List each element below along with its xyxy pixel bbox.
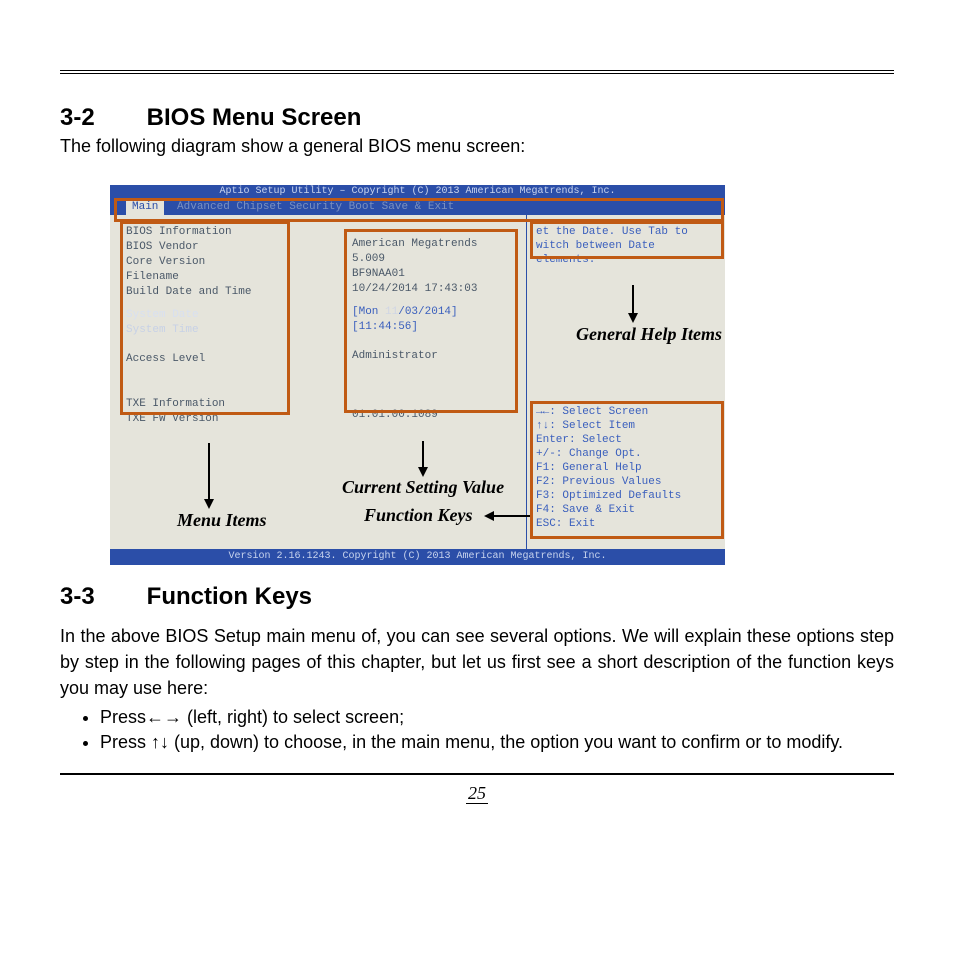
key-change: +/-: Change Opt. xyxy=(536,447,717,461)
bottom-rule xyxy=(60,773,894,775)
key-f3: F3: Optimized Defaults xyxy=(536,489,717,503)
function-key-list: Press←→ (left, right) to select screen; … xyxy=(60,707,894,753)
bios-body: BIOS Information BIOS Vendor Core Versio… xyxy=(110,215,725,549)
key-select-item: ↑↓: Select Item xyxy=(536,419,717,433)
section-3-2-heading: 3-2 BIOS Menu Screen xyxy=(60,104,894,132)
key-f4: F4: Save & Exit xyxy=(536,503,717,517)
label-function-keys: Function Keys xyxy=(364,505,473,526)
page-number: 25 xyxy=(60,783,894,804)
bios-title-bar: Aptio Setup Utility – Copyright (C) 2013… xyxy=(110,185,725,199)
page-number-value: 25 xyxy=(466,783,488,804)
row-system-time[interactable]: System Time xyxy=(126,323,286,338)
row-bios-vendor: BIOS Vendor xyxy=(126,240,286,255)
label-menu-items: Menu Items xyxy=(177,510,267,531)
bios-function-keys: →←: Select Screen ↑↓: Select Item Enter:… xyxy=(536,405,717,531)
tab-rest[interactable]: Advanced Chipset Security Boot Save & Ex… xyxy=(171,199,460,215)
bios-left-column: BIOS Information BIOS Vendor Core Versio… xyxy=(126,225,286,427)
key-f1: F1: General Help xyxy=(536,461,717,475)
bios-help-text: et the Date. Use Tab to witch between Da… xyxy=(536,225,717,267)
section-3-3-heading: 3-3 Function Keys xyxy=(60,583,894,611)
list-item: Press←→ (left, right) to select screen; xyxy=(100,707,894,728)
row-core-version: Core Version xyxy=(126,255,286,270)
section-3-2-lead: The following diagram show a general BIO… xyxy=(60,136,894,157)
bios-values-column: American Megatrends 5.009 BF9NAA01 10/24… xyxy=(352,237,512,423)
key-f2: F2: Previous Values xyxy=(536,475,717,489)
section-title-33: Function Keys xyxy=(147,583,312,610)
section-number: 3-2 xyxy=(60,104,140,132)
val-time[interactable]: [11:44:56] xyxy=(352,320,512,335)
list-item: Press ↑↓ (up, down) to choose, in the ma… xyxy=(100,732,894,753)
section-title: BIOS Menu Screen xyxy=(147,104,362,131)
row-bios-info: BIOS Information xyxy=(126,225,286,240)
key-esc: ESC: Exit xyxy=(536,517,717,531)
val-filename: BF9NAA01 xyxy=(352,267,512,282)
label-current-value: Current Setting Value xyxy=(342,477,504,498)
val-build: 10/24/2014 17:43:03 xyxy=(352,282,512,297)
bios-diagram: Menu Bar Aptio Setup Utility – Copyright… xyxy=(110,185,740,565)
row-txe-fw: TXE FW Version xyxy=(126,412,286,427)
val-date-c: /03/2014] xyxy=(398,306,457,318)
top-rule xyxy=(60,70,894,74)
bios-footer: Version 2.16.1243. Copyright (C) 2013 Am… xyxy=(110,549,725,565)
row-txe-info: TXE Information xyxy=(126,397,286,412)
val-txe-fw: 01.01.00.1089 xyxy=(352,408,512,423)
help-line-1: et the Date. Use Tab to xyxy=(536,225,717,239)
val-core: 5.009 xyxy=(352,252,512,267)
val-access: Administrator xyxy=(352,349,512,364)
row-system-date[interactable]: System Date xyxy=(126,308,286,323)
val-date-b: 11 xyxy=(385,306,398,318)
row-access-level: Access Level xyxy=(126,352,286,367)
val-date[interactable]: [Mon 11/03/2014] xyxy=(352,305,512,320)
row-filename: Filename xyxy=(126,270,286,285)
bios-menu-bar[interactable]: Main Advanced Chipset Security Boot Save… xyxy=(110,199,725,215)
label-general-help: General Help Items xyxy=(576,324,722,345)
row-build-date: Build Date and Time xyxy=(126,285,286,300)
help-line-2: witch between Date elements. xyxy=(536,239,717,267)
key-select-screen: →←: Select Screen xyxy=(536,405,717,419)
val-date-a: [Mon xyxy=(352,306,385,318)
tab-main[interactable]: Main xyxy=(126,199,164,215)
section-number-33: 3-3 xyxy=(60,583,140,611)
divider xyxy=(526,215,527,549)
val-vendor: American Megatrends xyxy=(352,237,512,252)
key-enter: Enter: Select xyxy=(536,433,717,447)
section-3-3-paragraph: In the above BIOS Setup main menu of, yo… xyxy=(60,623,894,701)
